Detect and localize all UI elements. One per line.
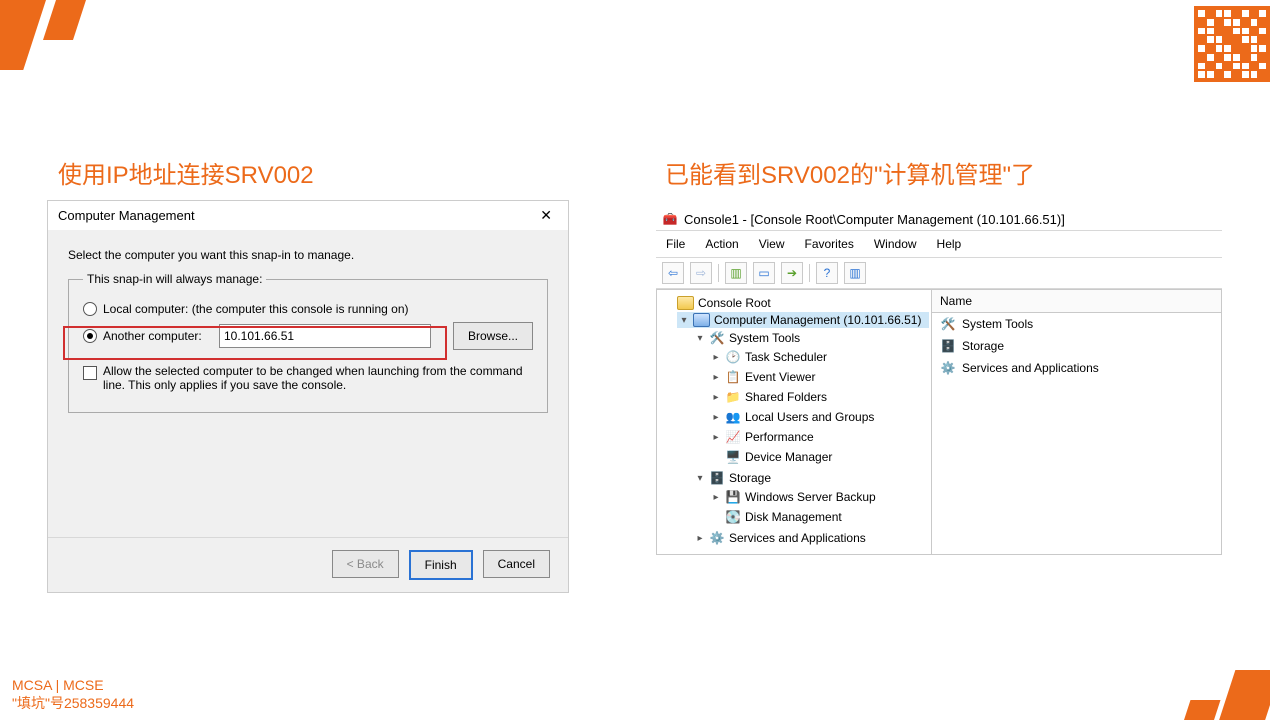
mmc-app-icon: 🧰	[662, 211, 678, 227]
list-item-label: System Tools	[962, 317, 1033, 331]
footer-line1: MCSA | MCSE	[12, 676, 134, 694]
export-icon[interactable]: ➔	[781, 262, 803, 284]
dialog-prompt: Select the computer you want this snap-i…	[68, 248, 548, 262]
system-tools-icon: 🛠️	[940, 316, 956, 332]
tree-windows-server-backup[interactable]: Windows Server Backup	[745, 490, 876, 504]
menu-favorites[interactable]: Favorites	[803, 235, 856, 253]
radio-another-label: Another computer:	[103, 329, 213, 343]
fieldset-legend: This snap-in will always manage:	[83, 272, 266, 286]
column-header-name[interactable]: Name	[932, 290, 1221, 313]
finish-button[interactable]: Finish	[409, 550, 473, 580]
device-manager-icon: 🖥️	[725, 449, 741, 465]
tree-performance[interactable]: Performance	[745, 430, 814, 444]
tree-system-tools[interactable]: System Tools	[729, 331, 800, 345]
tree-storage[interactable]: Storage	[729, 471, 771, 485]
mmc-tree[interactable]: Console Root ▾Computer Management (10.10…	[657, 290, 932, 554]
menu-help[interactable]: Help	[935, 235, 964, 253]
storage-icon: 🗄️	[709, 470, 725, 486]
close-icon[interactable]: ✕	[534, 207, 558, 224]
tree-local-users[interactable]: Local Users and Groups	[745, 410, 874, 424]
list-item-label: Storage	[962, 339, 1004, 353]
allow-change-checkbox[interactable]	[83, 366, 97, 380]
dialog-title: Computer Management	[58, 208, 195, 223]
task-scheduler-icon: 🕑	[725, 349, 741, 365]
tree-console-root[interactable]: Console Root	[698, 296, 771, 310]
nav-forward-icon[interactable]: ⇨	[690, 262, 712, 284]
storage-icon: 🗄️	[940, 338, 956, 354]
tree-task-scheduler[interactable]: Task Scheduler	[745, 350, 827, 364]
manage-fieldset: This snap-in will always manage: Local c…	[68, 272, 548, 413]
allow-change-label: Allow the selected computer to be change…	[103, 364, 533, 392]
tree-event-viewer[interactable]: Event Viewer	[745, 370, 815, 384]
services-apps-icon: ⚙️	[709, 530, 725, 546]
decoration-bottom	[1160, 660, 1270, 720]
tree-services-apps[interactable]: Services and Applications	[729, 531, 866, 545]
list-item[interactable]: ⚙️ Services and Applications	[932, 357, 1221, 379]
performance-icon: 📈	[725, 429, 741, 445]
footer-line2: "填坑"号258359444	[12, 694, 134, 712]
decoration-top	[0, 0, 110, 70]
list-item[interactable]: 🛠️ System Tools	[932, 313, 1221, 335]
nav-back-icon[interactable]: ⇦	[662, 262, 684, 284]
back-button: < Back	[332, 550, 399, 578]
folder-icon	[677, 296, 694, 310]
tree-computer-management[interactable]: Computer Management (10.101.66.51)	[714, 313, 921, 327]
disk-mgmt-icon: 💽	[725, 509, 741, 525]
cancel-button[interactable]: Cancel	[483, 550, 550, 578]
properties-icon[interactable]: ▭	[753, 262, 775, 284]
event-viewer-icon: 📋	[725, 369, 741, 385]
radio-local-label: Local computer: (the computer this conso…	[103, 302, 409, 316]
tree-device-manager[interactable]: Device Manager	[745, 450, 832, 464]
mmc-title-text: Console1 - [Console Root\Computer Manage…	[684, 212, 1065, 227]
mmc-window: 🧰 Console1 - [Console Root\Computer Mana…	[656, 208, 1222, 555]
qr-code	[1194, 6, 1270, 82]
view-icon[interactable]: ▥	[844, 262, 866, 284]
computer-mgmt-icon	[693, 313, 710, 327]
menu-file[interactable]: File	[664, 235, 687, 253]
tree-shared-folders[interactable]: Shared Folders	[745, 390, 827, 404]
mmc-toolbar: ⇦ ⇨ ▥ ▭ ➔ ? ▥	[656, 258, 1222, 289]
radio-another-computer[interactable]	[83, 329, 97, 343]
another-computer-input[interactable]	[219, 324, 431, 348]
services-apps-icon: ⚙️	[940, 360, 956, 376]
system-tools-icon: 🛠️	[709, 330, 725, 346]
local-users-icon: 👥	[725, 409, 741, 425]
heading-right: 已能看到SRV002的"计算机管理"了	[665, 155, 1035, 190]
menu-view[interactable]: View	[757, 235, 787, 253]
radio-local-computer[interactable]	[83, 302, 97, 316]
list-item-label: Services and Applications	[962, 361, 1099, 375]
list-item[interactable]: 🗄️ Storage	[932, 335, 1221, 357]
tree-disk-management[interactable]: Disk Management	[745, 510, 842, 524]
mmc-content-pane: Name 🛠️ System Tools 🗄️ Storage ⚙️ Services…	[932, 290, 1221, 554]
browse-button[interactable]: Browse...	[453, 322, 533, 350]
heading-left: 使用IP地址连接SRV002	[58, 155, 314, 190]
footer: MCSA | MCSE "填坑"号258359444	[12, 676, 134, 712]
shared-folders-icon: 📁	[725, 389, 741, 405]
menu-window[interactable]: Window	[872, 235, 919, 253]
mmc-menubar: File Action View Favorites Window Help	[656, 231, 1222, 258]
select-computer-dialog: Computer Management ✕ Select the compute…	[47, 200, 569, 593]
show-hide-tree-icon[interactable]: ▥	[725, 262, 747, 284]
menu-action[interactable]: Action	[703, 235, 740, 253]
wsb-icon: 💾	[725, 489, 741, 505]
help-icon[interactable]: ?	[816, 262, 838, 284]
